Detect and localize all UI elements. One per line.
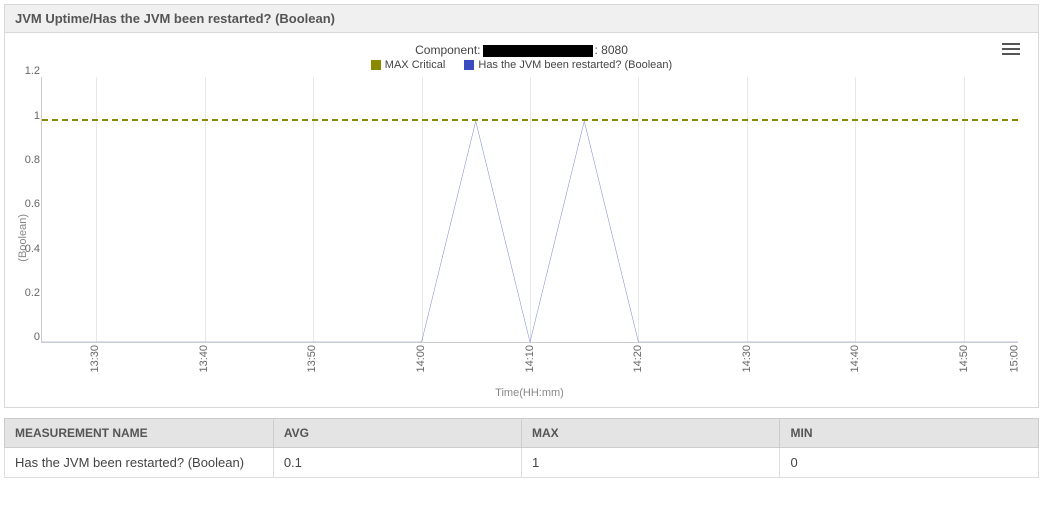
ytick: 0: [34, 331, 40, 343]
ytick: 0.4: [25, 243, 40, 255]
col-min: MIN: [780, 419, 1039, 448]
series-line: [42, 77, 1018, 342]
xtick: 13:40: [198, 345, 210, 373]
table-header-row: MEASUREMENT NAME AVG MAX MIN: [5, 419, 1039, 448]
stats-table: MEASUREMENT NAME AVG MAX MIN Has the JVM…: [4, 418, 1039, 478]
legend-swatch-2: [464, 60, 474, 70]
table-row[interactable]: Has the JVM been restarted? (Boolean) 0.…: [5, 448, 1039, 478]
xtick: 13:50: [306, 345, 318, 373]
xtick: 14:00: [415, 345, 427, 373]
xtick: 14:50: [958, 345, 970, 373]
plot: 0 0.2 0.4 0.6 0.8 1 1.2: [33, 77, 1026, 399]
col-avg: AVG: [273, 419, 521, 448]
chart-panel: JVM Uptime/Has the JVM been restarted? (…: [4, 4, 1039, 408]
ytick: 0.2: [25, 287, 40, 299]
cell-name: Has the JVM been restarted? (Boolean): [5, 448, 274, 478]
legend-swatch-1: [371, 60, 381, 70]
xtick: 14:10: [524, 345, 536, 373]
legend: MAX Critical Has the JVM been restarted?…: [17, 59, 1026, 71]
chart-title: Component: : 8080: [17, 43, 1026, 57]
legend-label-2: Has the JVM been restarted? (Boolean): [478, 59, 672, 71]
legend-item-restarted[interactable]: Has the JVM been restarted? (Boolean): [464, 59, 672, 71]
plot-area[interactable]: 0 0.2 0.4 0.6 0.8 1 1.2: [41, 77, 1018, 343]
chart-title-prefix: Component:: [415, 43, 480, 57]
cell-max: 1: [521, 448, 780, 478]
panel-title: JVM Uptime/Has the JVM been restarted? (…: [5, 5, 1038, 33]
xtick: 14:30: [741, 345, 753, 373]
chart-menu-icon[interactable]: [1002, 43, 1020, 57]
redacted-block: [483, 45, 593, 57]
xtick: 13:30: [89, 345, 101, 373]
legend-item-max-critical[interactable]: MAX Critical: [371, 59, 449, 71]
x-ticks: 13:30 13:40 13:50 14:00 14:10 14:20 14:3…: [41, 343, 1018, 385]
xtick: 15:00: [1008, 345, 1020, 373]
col-name: MEASUREMENT NAME: [5, 419, 274, 448]
chart-title-suffix: : 8080: [595, 43, 628, 57]
cell-avg: 0.1: [273, 448, 521, 478]
col-max: MAX: [521, 419, 780, 448]
ytick: 0.8: [25, 154, 40, 166]
y-ticks: 0 0.2 0.4 0.6 0.8 1 1.2: [14, 77, 40, 343]
cell-min: 0: [780, 448, 1039, 478]
xtick: 14:20: [632, 345, 644, 373]
xtick: 14:40: [849, 345, 861, 373]
ytick: 1: [34, 110, 40, 122]
legend-label-1: MAX Critical: [385, 59, 446, 71]
chart-body: Component: : 8080 MAX Critical Has the JV…: [5, 33, 1038, 407]
ytick: 1.2: [25, 65, 40, 77]
ytick: 0.6: [25, 198, 40, 210]
x-axis-label: Time(HH:mm): [33, 387, 1026, 399]
